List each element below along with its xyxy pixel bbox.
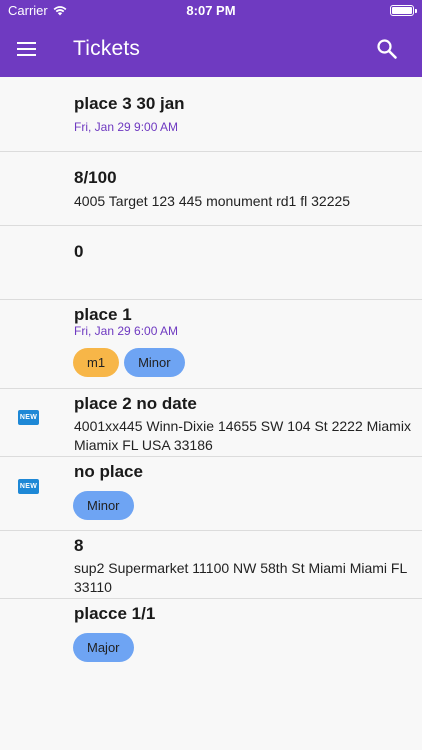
ticket-title: no place	[74, 462, 143, 481]
new-badge-icon: NEW	[18, 410, 39, 425]
menu-icon[interactable]	[17, 38, 41, 60]
ticket-title: 8/100	[74, 168, 117, 187]
ticket-title: placce 1/1	[74, 604, 156, 623]
ticket-address: sup2 Supermarket 11100 NW 58th St Miami …	[74, 560, 407, 595]
ticket-item[interactable]: NEW place 2 no date 4001xx445 Winn-Dixie…	[0, 389, 422, 457]
new-badge-icon: NEW	[18, 479, 39, 494]
ticket-item[interactable]: place 3 30 jan Fri, Jan 29 9:00 AM	[0, 78, 422, 152]
status-time: 8:07 PM	[186, 3, 236, 18]
search-icon[interactable]	[375, 37, 399, 61]
ticket-title: place 2 no date	[74, 394, 197, 413]
tag-chip[interactable]: Minor	[124, 348, 185, 377]
status-bar: Carrier 8:07 PM	[0, 0, 422, 22]
ticket-item[interactable]: 0	[0, 226, 422, 300]
tag-chip[interactable]: Major	[73, 633, 134, 662]
tag-chips: m1 Minor	[73, 348, 185, 377]
ticket-title: 8	[74, 536, 84, 555]
ticket-title: 0	[74, 242, 84, 261]
page-title: Tickets	[73, 37, 141, 60]
ticket-date: Fri, Jan 29 6:00 AM	[74, 324, 179, 338]
tag-chip[interactable]: m1	[73, 348, 120, 377]
ticket-item[interactable]: place 1 Fri, Jan 29 6:00 AM m1 Minor	[0, 300, 422, 389]
tag-chip[interactable]: Minor	[73, 491, 134, 520]
ticket-item[interactable]: placce 1/1 Major	[0, 599, 422, 671]
battery-icon	[390, 5, 417, 16]
tag-chips: Minor	[73, 491, 134, 520]
ticket-item[interactable]: 8 sup2 Supermarket 11100 NW 58th St Miam…	[0, 531, 422, 599]
ticket-address: 4005 Target 123 445 monument rd1 fl 3222…	[74, 193, 351, 209]
ticket-title: place 1	[74, 305, 132, 324]
ticket-list: place 3 30 jan Fri, Jan 29 9:00 AM 8/100…	[0, 78, 422, 671]
tag-chips: Major	[73, 633, 134, 662]
ticket-item[interactable]: NEW no place Minor	[0, 457, 422, 531]
ticket-address: 4001xx445 Winn-Dixie 14655 SW 104 St 222…	[74, 418, 411, 453]
ticket-item[interactable]: 8/100 4005 Target 123 445 monument rd1 f…	[0, 152, 422, 226]
ticket-title: place 3 30 jan	[74, 94, 185, 113]
app-header: Carrier 8:07 PM Tickets	[0, 0, 422, 77]
ticket-date: Fri, Jan 29 9:00 AM	[74, 120, 179, 134]
